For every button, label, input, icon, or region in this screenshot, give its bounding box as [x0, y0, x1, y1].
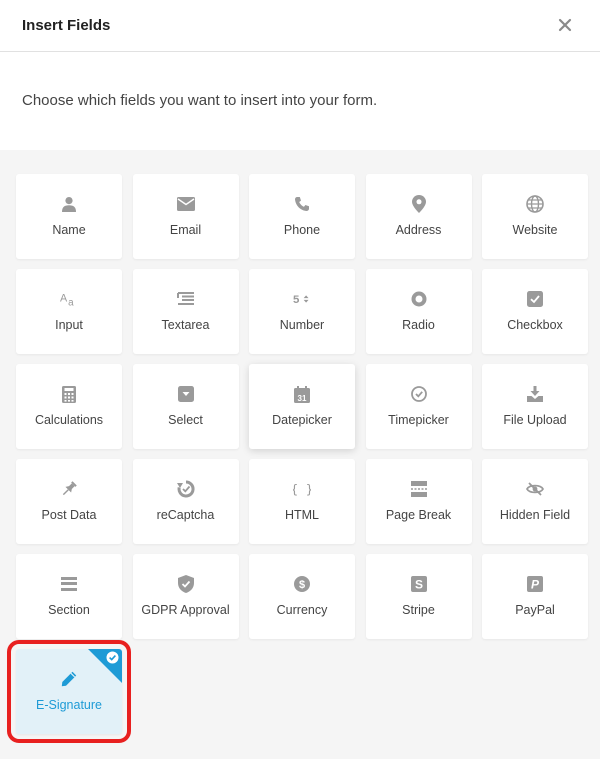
- field-tile-stripe[interactable]: S Stripe: [365, 554, 472, 639]
- field-tile-number[interactable]: 5 Number: [249, 269, 355, 354]
- field-tile-section[interactable]: Section: [16, 554, 122, 639]
- field-tile-website[interactable]: Website: [482, 174, 588, 259]
- field-tile-select[interactable]: Select: [132, 364, 239, 449]
- field-tile-file-upload[interactable]: File Upload: [482, 364, 588, 449]
- pencil-icon: [61, 671, 77, 687]
- field-tile-calculations[interactable]: Calculations: [16, 364, 122, 449]
- field-tile-datepicker[interactable]: 31 Datepicker: [249, 364, 355, 449]
- textarea-icon: [176, 292, 194, 305]
- field-label: Page Break: [385, 508, 452, 522]
- field-tile-timepicker[interactable]: Timepicker: [365, 364, 472, 449]
- svg-text:5: 5: [293, 294, 300, 306]
- select-icon: [177, 386, 194, 402]
- insert-fields-dialog: Insert Fields Choose which fields you wa…: [0, 0, 600, 759]
- text-input-icon: Aa: [60, 293, 74, 307]
- field-tile-gdpr-approval[interactable]: GDPR Approval: [132, 554, 239, 639]
- field-label: Email: [169, 223, 202, 237]
- field-label: Timepicker: [388, 413, 449, 427]
- field-label: Hidden Field: [499, 508, 571, 522]
- map-pin-icon: [411, 195, 426, 213]
- globe-icon: [526, 195, 544, 213]
- svg-text:a: a: [68, 297, 74, 307]
- calculator-icon: [62, 385, 76, 403]
- svg-text:31: 31: [298, 393, 307, 402]
- field-label: Website: [512, 223, 558, 237]
- field-tile-hidden-field[interactable]: Hidden Field: [482, 459, 588, 544]
- check-badge-icon: [106, 651, 119, 664]
- field-label: Checkbox: [507, 318, 563, 332]
- field-label: Textarea: [161, 318, 210, 332]
- code-braces-icon: { }: [293, 482, 311, 497]
- clock-icon: [410, 386, 427, 402]
- field-label: HTML: [284, 508, 320, 522]
- field-tile-e-signature[interactable]: E-Signature: [7, 640, 131, 743]
- field-label: Name: [52, 223, 86, 237]
- radio-icon: [411, 291, 426, 307]
- dialog-header: Insert Fields: [0, 0, 600, 52]
- field-label: Stripe: [402, 603, 435, 617]
- page-break-icon: [410, 481, 427, 497]
- field-tile-paypal[interactable]: P PayPal: [482, 554, 588, 639]
- field-label: Section: [48, 603, 90, 617]
- field-label: Phone: [283, 223, 321, 237]
- svg-text:$: $: [299, 579, 305, 591]
- field-tile-html[interactable]: { } HTML: [249, 459, 355, 544]
- eye-slash-icon: [526, 482, 544, 496]
- field-label: Radio: [402, 318, 435, 332]
- fields-panel: Name Email Phone Address Website Aa Inpu…: [0, 150, 600, 759]
- field-label: Datepicker: [272, 413, 332, 427]
- field-label: Post Data: [41, 508, 97, 522]
- pin-icon: [62, 481, 77, 496]
- field-tile-name[interactable]: Name: [16, 174, 122, 259]
- field-label: Number: [279, 318, 325, 332]
- dollar-icon: $: [294, 576, 310, 592]
- checkbox-icon: [527, 291, 543, 307]
- calendar-icon: 31: [294, 385, 310, 403]
- field-label: Currency: [276, 603, 328, 617]
- field-tile-currency[interactable]: $ Currency: [249, 554, 355, 639]
- close-icon: [558, 18, 572, 32]
- field-label: PayPal: [515, 603, 555, 617]
- recaptcha-icon: [176, 480, 195, 498]
- dialog-title: Insert Fields: [22, 17, 111, 34]
- field-label: GDPR Approval: [141, 603, 230, 617]
- shield-check-icon: [177, 575, 194, 593]
- dialog-description: Choose which fields you want to insert i…: [0, 52, 600, 149]
- close-button[interactable]: [554, 14, 576, 36]
- stripe-icon: S: [410, 576, 427, 592]
- field-tile-page-break[interactable]: Page Break: [365, 459, 472, 544]
- svg-text:P: P: [531, 578, 540, 592]
- section-icon: [61, 577, 77, 591]
- envelope-icon: [176, 197, 195, 211]
- field-label: reCaptcha: [156, 508, 215, 522]
- field-tile-textarea[interactable]: Textarea: [132, 269, 239, 354]
- field-label: Address: [395, 223, 442, 237]
- svg-text:{ }: { }: [293, 482, 311, 497]
- field-label: File Upload: [503, 413, 567, 427]
- number-icon: 5: [293, 294, 309, 306]
- fields-grid: Name Email Phone Address Website Aa Inpu…: [7, 174, 588, 743]
- field-tile-post-data[interactable]: Post Data: [16, 459, 122, 544]
- svg-text:A: A: [60, 293, 68, 305]
- field-label: Input: [55, 318, 83, 332]
- field-tile-email[interactable]: Email: [132, 174, 239, 259]
- field-tile-address[interactable]: Address: [365, 174, 472, 259]
- field-label: Calculations: [34, 413, 104, 427]
- field-tile-input[interactable]: Aa Input: [16, 269, 122, 354]
- field-tile-checkbox[interactable]: Checkbox: [482, 269, 588, 354]
- user-icon: [62, 197, 76, 212]
- field-tile-phone[interactable]: Phone: [249, 174, 355, 259]
- field-tile-radio[interactable]: Radio: [365, 269, 472, 354]
- field-label: Select: [168, 413, 203, 427]
- paypal-icon: P: [527, 576, 543, 592]
- phone-icon: [295, 197, 309, 211]
- field-tile-recaptcha[interactable]: reCaptcha: [132, 459, 239, 544]
- svg-text:S: S: [414, 578, 422, 592]
- field-label: E-Signature: [35, 698, 102, 712]
- dialog-subtitle: Choose which fields you want to insert i…: [22, 92, 378, 109]
- upload-icon: [527, 386, 543, 402]
